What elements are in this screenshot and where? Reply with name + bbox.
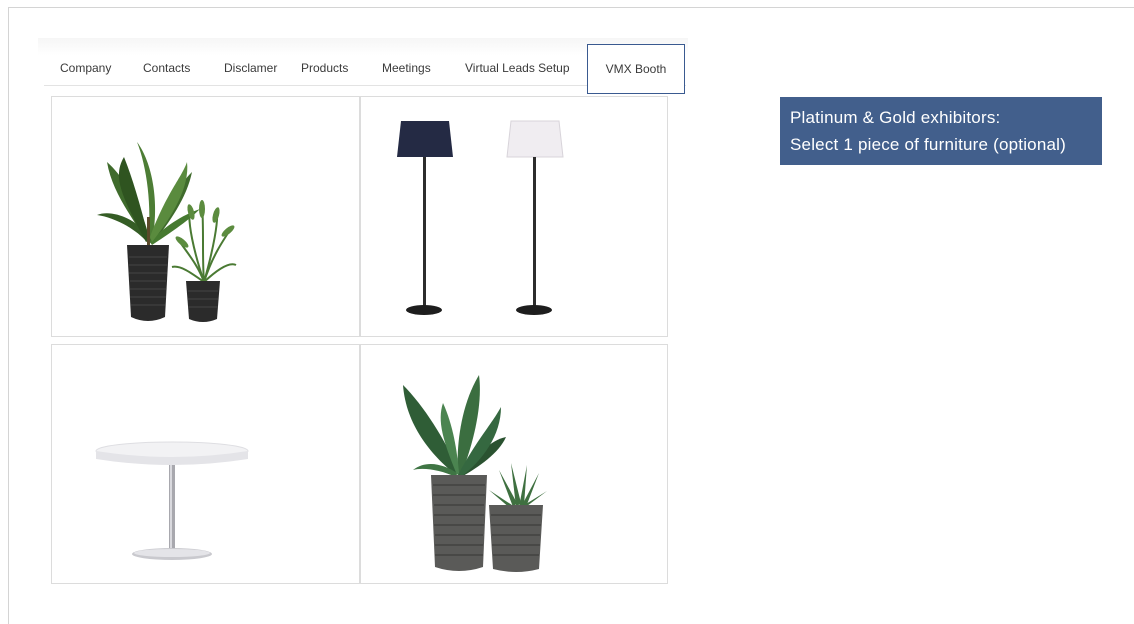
furniture-option-plants-dark[interactable] [51, 96, 360, 337]
tab-company[interactable]: Company [60, 61, 111, 75]
tab-meetings[interactable]: Meetings [382, 61, 431, 75]
tab-vmx-booth[interactable]: VMX Booth [587, 44, 685, 94]
page-frame-left [8, 7, 9, 624]
furniture-option-plants-grey[interactable] [360, 344, 668, 584]
furniture-option-round-table[interactable] [51, 344, 360, 584]
tab-disclamer[interactable]: Disclamer [224, 61, 277, 75]
tab-contacts[interactable]: Contacts [143, 61, 190, 75]
tab-virtual-leads-setup[interactable]: Virtual Leads Setup [465, 61, 570, 75]
floor-lamps-icon [397, 120, 564, 315]
callout-line-2: Select 1 piece of furniture (optional) [790, 135, 1066, 154]
info-callout: Platinum & Gold exhibitors: Select 1 pie… [780, 97, 1102, 165]
callout-line-1: Platinum & Gold exhibitors: [790, 108, 1001, 127]
tab-vmx-booth-label: VMX Booth [605, 62, 667, 76]
tab-products[interactable]: Products [301, 61, 348, 75]
potted-plants-icon [403, 375, 547, 572]
potted-plants-icon [97, 142, 237, 322]
furniture-option-floor-lamps[interactable] [360, 96, 668, 337]
round-table-icon [95, 441, 249, 560]
page-frame-top [8, 7, 1134, 8]
